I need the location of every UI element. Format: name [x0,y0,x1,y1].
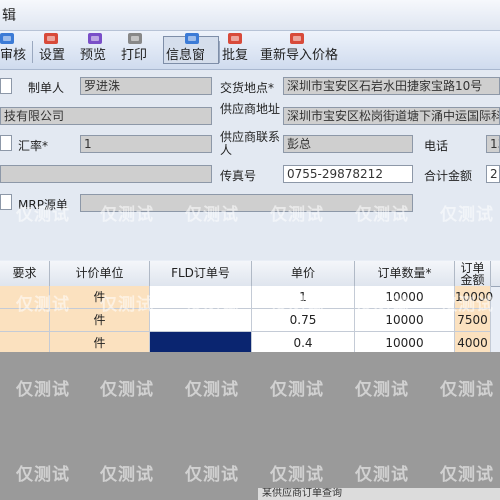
watermark-text: 仅测试 [16,205,70,225]
watermark-text: 仅测试 [355,465,409,485]
watermark-text: 仅测试 [100,380,154,400]
print-label: 打印 [121,48,148,63]
watermark-text: 仅测试 [100,205,154,225]
watermark-text: 仅测试 [270,380,324,400]
total-amount-label: 合计金额 [424,169,473,183]
phone-label: 电话 [424,139,449,153]
preview-icon [88,33,102,44]
approve-icon [0,33,14,44]
fax-label: 传真号 [220,169,257,183]
rate-label: 汇率* [18,139,49,153]
footer-strip: 某供应商订单查询 [258,488,500,500]
table-row[interactable]: 件 1 10000 10000 [0,286,500,309]
order-form: 制单人 罗进洙 交货地点* 深圳市宝安区石岩水田捷家宝路10号 技有限公司 供应… [0,70,500,260]
watermark-text: 仅测试 [16,295,70,315]
watermark-text: 仅测试 [100,295,154,315]
watermark-text: 仅测试 [270,205,324,225]
watermark-text: 仅测试 [185,295,239,315]
settings-label: 设置 [39,48,66,63]
col-order-qty[interactable]: 订单数量* [355,261,455,286]
watermark-text: 仅测试 [270,295,324,315]
grey-overlay [0,352,500,500]
supplier-contact-field[interactable]: 彭总 [283,135,413,153]
info-window-icon [185,33,199,44]
watermark-text: 仅测试 [185,465,239,485]
grid-header: 要求 计价单位 FLD订单号 单价 订单数量* 订单金额 [0,261,500,287]
watermark-text: 仅测试 [100,465,154,485]
company-field[interactable]: 技有限公司 [0,107,212,125]
col-price-unit[interactable]: 计价单位 [50,261,150,286]
toolbar-separator [32,41,33,63]
watermark-text: 仅测试 [270,465,324,485]
col-unit-price[interactable]: 单价 [252,261,355,286]
print-icon [128,33,142,44]
row-checkbox[interactable] [0,78,12,94]
watermark-text: 仅测试 [355,295,409,315]
reply-label: 批复 [222,48,249,63]
window-title: 辑 [2,8,16,24]
maker-label: 制单人 [28,81,65,95]
reimport-price-label: 重新导入价格 [260,48,339,63]
watermark-text: 仅测试 [355,205,409,225]
rate-checkbox[interactable] [0,135,12,151]
preview-label: 预览 [80,48,107,63]
col-requirement[interactable]: 要求 [0,261,50,286]
reply-icon [228,33,242,44]
delivery-label: 交货地点* [220,81,275,95]
info-window-label: 信息窗 [166,48,206,63]
title-bar: 辑 [0,0,500,31]
settings-icon [44,33,58,44]
mrp-checkbox[interactable] [0,194,12,210]
watermark-text: 仅测试 [185,380,239,400]
watermark-text: 仅测试 [16,380,70,400]
watermark-text: 仅测试 [355,380,409,400]
col-order-amount[interactable]: 订单金额 [455,261,491,286]
watermark-text: 仅测试 [440,295,494,315]
rate-field[interactable]: 1 [80,135,212,153]
maker-field[interactable]: 罗进洙 [80,77,212,95]
watermark-text: 仅测试 [440,465,494,485]
delivery-field[interactable]: 深圳市宝安区石岩水田捷家宝路10号 [283,77,500,95]
total-amount-field[interactable]: 21 [486,165,500,183]
phone-field[interactable]: 13 [486,135,500,153]
watermark-text: 仅测试 [440,205,494,225]
fax-field[interactable]: 0755-29878212 [283,165,413,183]
watermark-text: 仅测试 [16,465,70,485]
toolbar-separator [219,41,220,63]
table-row[interactable]: 件 0.75 10000 7500 [0,309,500,332]
watermark-text: 仅测试 [185,205,239,225]
supplier-address-field[interactable]: 深圳市宝安区松岗街道塘下涌中运国际科 [283,107,500,125]
watermark-text: 仅测试 [440,380,494,400]
supplier-contact-label: 供应商联系人 [220,130,281,157]
col-fld-order[interactable]: FLD订单号 [150,261,252,286]
toolbar: 审核 设置 预览 打印 信息窗 批复 重新导入价格 [0,31,500,70]
approve-label: 审核 [0,48,27,63]
reimport-icon [290,33,304,44]
blank-field[interactable] [0,165,212,183]
supplier-address-label: 供应商地址 [220,102,281,116]
